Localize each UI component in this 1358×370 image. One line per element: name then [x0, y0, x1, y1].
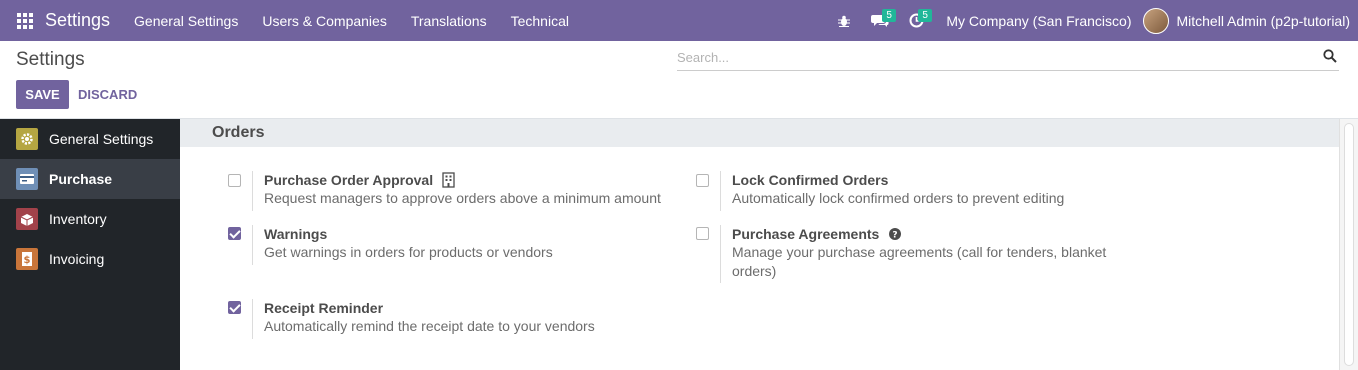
search-icon[interactable] [1323, 49, 1339, 65]
setting-divider [252, 225, 253, 265]
apps-menu-icon[interactable] [17, 12, 33, 29]
user-avatar [1143, 7, 1170, 34]
control-panel: Settings SAVE DISCARD [0, 41, 1358, 119]
setting-divider [252, 299, 253, 339]
debug-bug-icon[interactable] [826, 0, 862, 41]
top-navbar: Settings General Settings Users & Compan… [0, 0, 1358, 41]
warnings-checkbox[interactable] [228, 227, 241, 240]
sidebar-item-label: Purchase [49, 171, 113, 187]
sidebar-item-label: Inventory [49, 211, 107, 227]
invoice-dollar-icon: $ [16, 248, 38, 270]
purchase-agreements-desc: Manage your purchase agreements (call fo… [732, 244, 1107, 279]
setting-divider [720, 171, 721, 211]
activities-count-badge: 5 [918, 9, 932, 22]
messages-chat-icon[interactable]: 5 [862, 0, 898, 41]
save-button[interactable]: SAVE [16, 80, 69, 109]
svg-text:$: $ [24, 255, 31, 266]
purchase-card-icon [16, 168, 38, 190]
user-name: Mitchell Admin (p2p-tutorial) [1176, 12, 1350, 29]
receipt-reminder-checkbox[interactable] [228, 301, 241, 314]
purchase-agreements-title: Purchase Agreements ? [732, 226, 902, 244]
sidebar-item-inventory[interactable]: Inventory [0, 199, 180, 239]
lock-confirmed-orders-title: Lock Confirmed Orders [732, 172, 889, 188]
inventory-box-icon [16, 208, 38, 230]
vertical-scrollbar[interactable] [1339, 119, 1358, 370]
section-title-orders: Orders [180, 119, 1339, 147]
gear-icon [16, 128, 38, 150]
menu-users-companies[interactable]: Users & Companies [250, 13, 399, 29]
messages-count-badge: 5 [882, 9, 896, 22]
settings-content: Orders Purchase Order Approval Request m… [180, 119, 1339, 370]
lock-confirmed-orders-desc: Automatically lock confirmed orders to p… [732, 190, 1065, 206]
app-brand[interactable]: Settings [45, 10, 110, 31]
purchase-order-approval-desc: Request managers to approve orders above… [264, 190, 661, 206]
lock-confirmed-orders-checkbox[interactable] [696, 174, 709, 187]
sidebar-item-purchase[interactable]: Purchase [0, 159, 180, 199]
sidebar-item-label: Invoicing [49, 251, 105, 267]
purchase-order-approval-checkbox[interactable] [228, 174, 241, 187]
warnings-title: Warnings [264, 226, 328, 242]
sidebar-item-label: General Settings [49, 131, 154, 147]
search-input[interactable] [677, 50, 1297, 65]
setting-divider [252, 171, 253, 211]
warnings-desc: Get warnings in orders for products or v… [264, 244, 553, 260]
page-title: Settings [16, 49, 85, 70]
purchase-agreements-checkbox[interactable] [696, 227, 709, 240]
settings-sidebar: General Settings Purchase Inventory $ In… [0, 119, 180, 370]
svg-text:?: ? [893, 230, 898, 240]
sidebar-item-invoicing[interactable]: $ Invoicing [0, 239, 180, 279]
menu-general-settings[interactable]: General Settings [122, 13, 250, 29]
receipt-reminder-desc: Automatically remind the receipt date to… [264, 318, 595, 334]
sidebar-item-general-settings[interactable]: General Settings [0, 119, 180, 159]
activities-clock-icon[interactable]: 5 [898, 0, 934, 41]
menu-translations[interactable]: Translations [399, 13, 499, 29]
discard-button[interactable]: DISCARD [78, 80, 137, 109]
search-bar [677, 49, 1339, 71]
setting-divider [720, 225, 721, 283]
menu-technical[interactable]: Technical [499, 13, 581, 29]
company-switcher[interactable]: My Company (San Francisco) [934, 13, 1143, 29]
scrollbar-thumb[interactable] [1344, 123, 1354, 366]
user-menu[interactable]: Mitchell Admin (p2p-tutorial) [1143, 7, 1358, 34]
receipt-reminder-title: Receipt Reminder [264, 300, 384, 316]
help-question-icon[interactable]: ? [888, 227, 902, 244]
